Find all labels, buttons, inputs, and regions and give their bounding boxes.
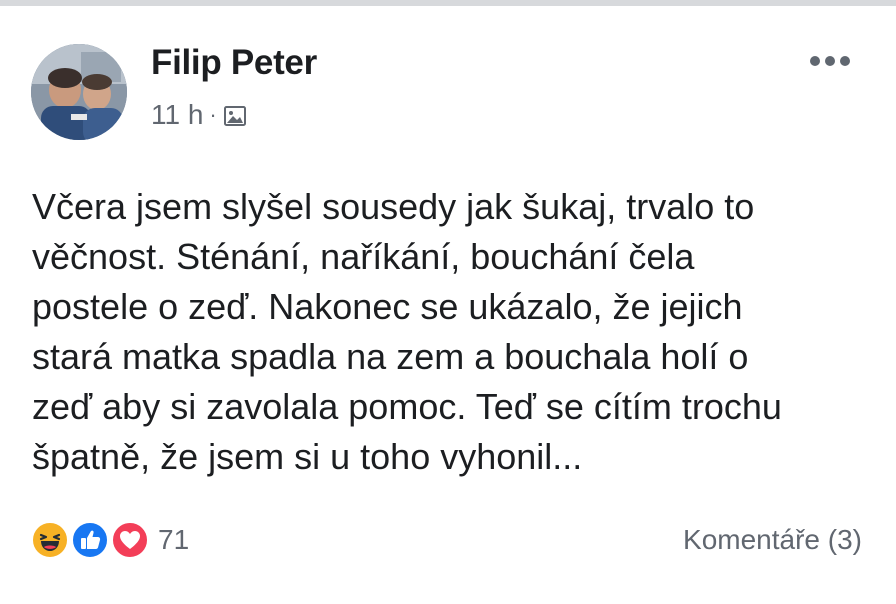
reactions-summary[interactable]: 71: [30, 520, 189, 560]
more-options-button[interactable]: [804, 46, 856, 76]
photo-icon: [223, 103, 247, 127]
haha-icon: [30, 520, 70, 560]
post-card: Filip Peter 11 h · Včera jsem slyšel sou…: [0, 6, 896, 604]
avatar[interactable]: [31, 44, 127, 140]
post-text-line: postele o zeď. Nakonec se ukázalo, že je…: [32, 286, 743, 327]
post-text-line: zeď aby si zavolala pomoc. Teď se cítím …: [32, 386, 782, 427]
ellipsis-icon: [810, 56, 850, 66]
post-meta: 11 h ·: [151, 99, 247, 131]
avatar-photo: [31, 44, 127, 140]
post-text-line: věčnost. Sténání, naříkání, bouchání čel…: [32, 236, 695, 277]
author-name[interactable]: Filip Peter: [151, 43, 317, 83]
post-text-line: stará matka spadla na zem a bouchala hol…: [32, 336, 749, 377]
post-text-line: Včera jsem slyšel sousedy jak šukaj, trv…: [32, 186, 755, 227]
comments-link[interactable]: Komentáře (3): [683, 524, 862, 556]
like-icon: [70, 520, 110, 560]
reaction-count: 71: [158, 524, 190, 555]
post-time[interactable]: 11 h: [151, 99, 203, 131]
post-text: Včera jsem slyšel sousedy jak šukaj, trv…: [32, 182, 882, 482]
reaction-icons: [30, 520, 152, 560]
meta-separator: ·: [209, 102, 217, 127]
love-icon: [110, 520, 150, 560]
post-text-line: špatně, že jsem si u toho vyhonil...: [32, 436, 583, 477]
